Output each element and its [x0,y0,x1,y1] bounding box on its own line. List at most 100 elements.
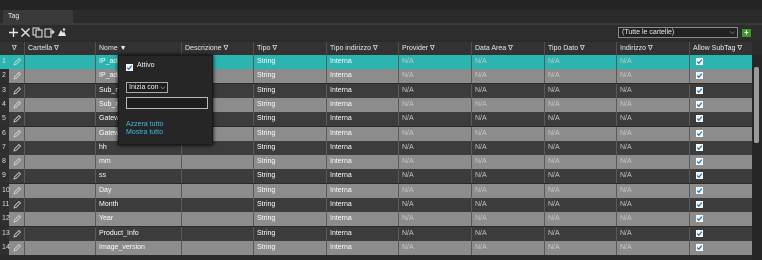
cell-tipo-dato[interactable]: N/A [544,240,616,255]
cell-provider[interactable]: N/A [398,240,471,255]
table-row[interactable]: 8 mm String Interna N/A N/A N/A N/A [0,155,752,170]
show-all-link[interactable]: Mostra tutto [126,129,163,136]
cell-tipo-indirizzo[interactable]: Interna [326,155,398,170]
cell-tipo-dato[interactable]: N/A [544,97,616,112]
cell-descrizione[interactable] [181,169,253,184]
cell-cartella[interactable] [24,155,95,170]
cell-tipo[interactable]: String [253,169,326,184]
allow-subtag-checkbox[interactable] [696,58,703,65]
filter-value-input[interactable] [126,97,208,109]
clear-all-link[interactable]: Azzera tutto [126,121,163,128]
cell-nome[interactable]: Year [95,212,181,227]
cell-tipo-indirizzo[interactable]: Interna [326,240,398,255]
column-header-tipo[interactable]: Tipo ∇ [253,42,326,55]
cell-tipo-indirizzo[interactable]: Interna [326,169,398,184]
cell-tipo-indirizzo[interactable]: Interna [326,69,398,84]
cell-cartella[interactable] [24,83,95,98]
cell-indirizzo[interactable]: N/A [616,69,689,84]
pencil-icon[interactable] [12,100,22,110]
cell-data-area[interactable]: N/A [471,226,544,241]
cell-cartella[interactable] [24,126,95,141]
cell-tipo-dato[interactable]: N/A [544,112,616,127]
cell-descrizione[interactable] [181,183,253,198]
pencil-icon[interactable] [12,186,22,196]
allow-subtag-checkbox[interactable] [696,72,703,80]
column-header-data-area[interactable]: Data Area ∇ [471,42,544,55]
cell-provider[interactable]: N/A [398,83,471,98]
cell-tipo-indirizzo[interactable]: Interna [326,212,398,227]
cell-provider[interactable]: N/A [398,140,471,155]
allow-subtag-checkbox[interactable] [696,201,703,208]
cell-nome[interactable]: Day [95,183,181,198]
cell-tipo-indirizzo[interactable]: Interna [326,198,398,212]
cell-provider[interactable]: N/A [398,55,471,69]
pencil-icon[interactable] [12,229,22,239]
cell-tipo-indirizzo[interactable]: Interna [326,183,398,198]
allow-subtag-checkbox[interactable] [696,129,703,137]
cell-tipo-dato[interactable]: N/A [544,212,616,227]
cell-cartella[interactable] [24,112,95,127]
allow-subtag-checkbox[interactable] [696,243,703,251]
table-row[interactable]: 14 Image_version String Interna N/A N/A N/A N/A [0,240,752,255]
cell-data-area[interactable]: N/A [471,112,544,127]
cell-tipo-dato[interactable]: N/A [544,226,616,241]
cell-descrizione[interactable] [181,155,253,170]
cell-provider[interactable]: N/A [398,183,471,198]
cell-provider[interactable]: N/A [398,112,471,127]
table-row[interactable]: 13 Product_Info String Interna N/A N/A N/A N/A [0,226,752,241]
cell-data-area[interactable]: N/A [471,55,544,69]
table-row[interactable]: 1 IP_add String Interna N/A N/A N/A N/A [0,55,752,69]
column-header-provider[interactable]: Provider ∇ [398,42,471,55]
cell-tipo-dato[interactable]: N/A [544,183,616,198]
cell-provider[interactable]: N/A [398,69,471,84]
cell-descrizione[interactable] [181,198,253,212]
cell-tipo[interactable]: String [253,83,326,98]
cell-tipo[interactable]: String [253,198,326,212]
cell-tipo-dato[interactable]: N/A [544,55,616,69]
column-header-cartella[interactable]: Cartella ∇ [24,42,95,55]
pencil-icon[interactable] [12,129,22,139]
cell-indirizzo[interactable]: N/A [616,240,689,255]
cell-indirizzo[interactable]: N/A [616,226,689,241]
cell-indirizzo[interactable]: N/A [616,183,689,198]
column-header-allow-subtag[interactable]: Allow SubTag ∇ [689,42,752,55]
allow-subtag-checkbox[interactable] [696,86,703,94]
cell-tipo-dato[interactable]: N/A [544,140,616,155]
cell-tipo[interactable]: String [253,212,326,227]
allow-subtag-checkbox[interactable] [696,186,703,194]
table-row[interactable]: 3 Sub_m String Interna N/A N/A N/A N/A [0,83,752,98]
cell-data-area[interactable]: N/A [471,140,544,155]
pencil-icon[interactable] [12,114,22,124]
allow-subtag-checkbox[interactable] [696,100,703,108]
import-icon[interactable] [56,27,67,38]
pencil-icon[interactable] [12,86,22,96]
cell-tipo-dato[interactable]: N/A [544,155,616,170]
cell-tipo[interactable]: String [253,240,326,255]
copy-icon[interactable] [32,27,43,38]
allow-subtag-checkbox[interactable] [696,115,703,123]
scrollbar-thumb[interactable] [754,67,759,143]
cell-indirizzo[interactable]: N/A [616,126,689,141]
cell-data-area[interactable]: N/A [471,240,544,255]
cell-indirizzo[interactable]: N/A [616,112,689,127]
cell-tipo[interactable]: String [253,140,326,155]
pencil-icon[interactable] [12,171,22,181]
folder-filter-select[interactable]: (Tutte le cartelle) ⌵ [618,27,738,38]
table-row[interactable]: 4 Sub_m String Interna N/A N/A N/A N/A [0,97,752,112]
cell-nome[interactable]: ss [95,169,181,184]
column-header-tipo-dato[interactable]: Tipo Dato ∇ [544,42,616,55]
column-header-tipo-indirizzo[interactable]: Tipo indirizzo ∇ [326,42,398,55]
cell-descrizione[interactable] [181,240,253,255]
cell-indirizzo[interactable]: N/A [616,55,689,69]
cell-indirizzo[interactable]: N/A [616,212,689,227]
cell-cartella[interactable] [24,183,95,198]
pencil-icon[interactable] [12,57,22,67]
cell-indirizzo[interactable]: N/A [616,169,689,184]
cell-provider[interactable]: N/A [398,97,471,112]
cell-tipo-dato[interactable]: N/A [544,126,616,141]
cell-descrizione[interactable] [181,226,253,241]
table-row[interactable]: 12 Year String Interna N/A N/A N/A N/A [0,212,752,227]
column-header-indirizzo[interactable]: Indirizzo ∇ [616,42,689,55]
cell-tipo-indirizzo[interactable]: Interna [326,112,398,127]
filter-active-checkbox[interactable] [126,64,133,71]
